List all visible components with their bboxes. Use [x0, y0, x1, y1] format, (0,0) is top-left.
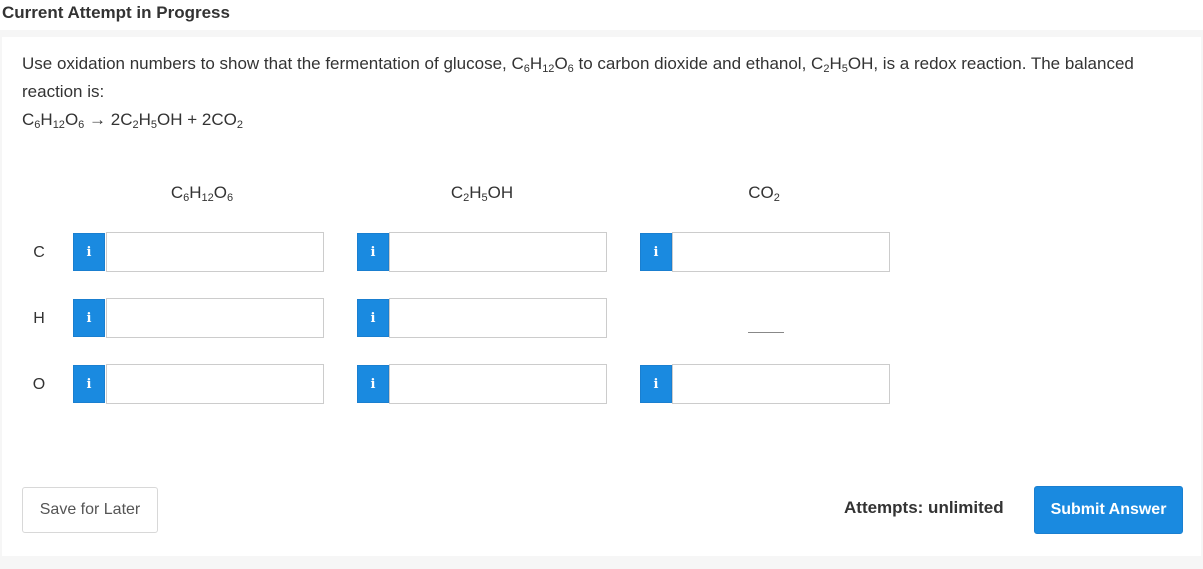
question-text: Use oxidation numbers to show that the f…	[22, 50, 1172, 134]
not-applicable-dash	[748, 332, 784, 333]
oxygen-glucose-input[interactable]	[106, 364, 324, 404]
row-label-h: H	[33, 310, 45, 327]
column-header-glucose: C6H12O6	[170, 183, 234, 204]
info-icon[interactable]: i	[73, 299, 105, 337]
info-icon[interactable]: i	[73, 365, 105, 403]
carbon-co2-input[interactable]	[672, 232, 890, 272]
attempts-status: Attempts: unlimited	[844, 498, 1004, 517]
info-icon[interactable]: i	[357, 365, 389, 403]
info-icon[interactable]: i	[357, 299, 389, 337]
hydrogen-ethanol-input[interactable]	[389, 298, 607, 338]
oxygen-co2-input[interactable]	[672, 364, 890, 404]
oxygen-ethanol-input[interactable]	[389, 364, 607, 404]
save-for-later-button[interactable]: Save for Later	[22, 487, 158, 533]
question-card: Use oxidation numbers to show that the f…	[2, 37, 1201, 556]
info-icon[interactable]: i	[640, 233, 672, 271]
column-header-co2: CO2	[748, 183, 780, 204]
info-icon[interactable]: i	[357, 233, 389, 271]
hydrogen-glucose-input[interactable]	[106, 298, 324, 338]
column-header-ethanol: C2H5OH	[450, 183, 514, 204]
carbon-ethanol-input[interactable]	[389, 232, 607, 272]
info-icon[interactable]: i	[640, 365, 672, 403]
submit-answer-button[interactable]: Submit Answer	[1034, 486, 1183, 534]
info-icon[interactable]: i	[73, 233, 105, 271]
balanced-equation: C6H12O6 → 2C2H5OH + 2CO2	[22, 110, 243, 131]
carbon-glucose-input[interactable]	[106, 232, 324, 272]
row-label-c: C	[33, 244, 45, 261]
row-label-o: O	[32, 376, 46, 393]
attempt-heading: Current Attempt in Progress	[2, 3, 230, 22]
